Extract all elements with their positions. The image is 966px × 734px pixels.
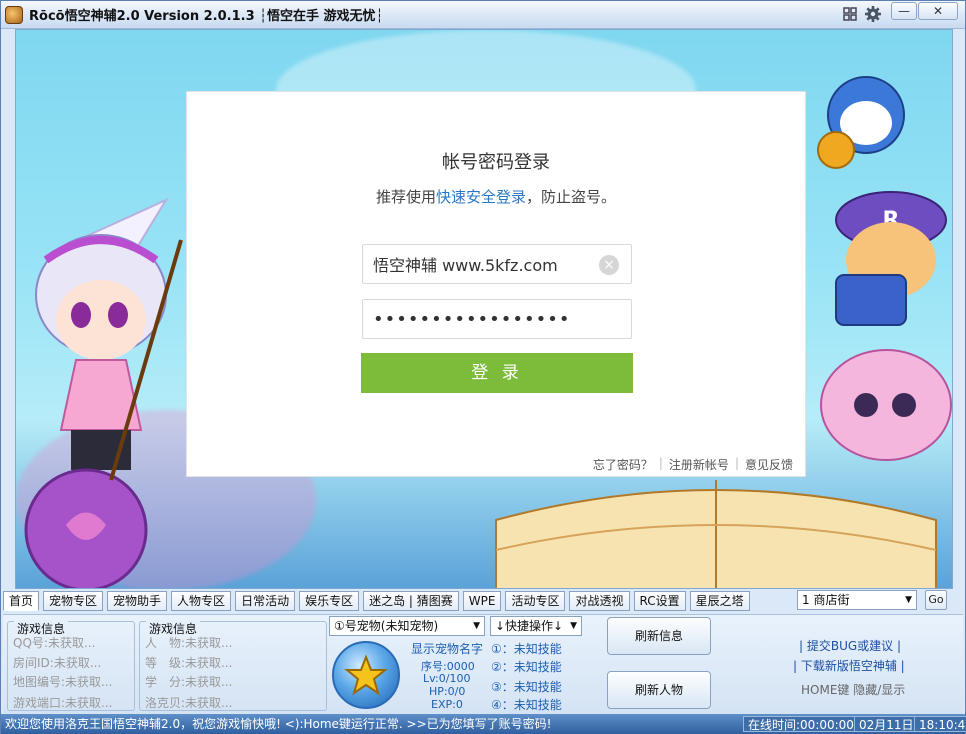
account-input[interactable]: 悟空神辅 www.5kfz.com × [362,244,632,284]
quick-login-link[interactable]: 快速安全登录 [436,188,526,206]
status-message: 欢迎您使用洛克王国悟空神辅2.0，祝您游戏愉快哦! <):Home键运行正常. … [5,717,552,731]
layout-grid-icon[interactable] [840,4,860,24]
pet-name-toggle[interactable]: 显示宠物名字 [411,640,483,657]
status-bar: 欢迎您使用洛克王国悟空神辅2.0，祝您游戏愉快哦! <):Home键运行正常. … [1,714,966,734]
refresh-info-button[interactable]: 刷新信息 [607,617,711,655]
minimize-button[interactable]: — [891,2,917,20]
tab-rc-settings[interactable]: RC设置 [633,591,686,611]
char-row: 人 物:未获取... [145,636,233,650]
pet-hp: HP:0/0 [429,685,466,698]
window-title: Rōcō悟空神辅2.0 Version 2.0.1.3 ┆悟空在手 游戏无忧┆ [29,9,384,24]
status-time: 18:10:49 [914,716,966,732]
go-button[interactable]: Go [925,590,947,610]
tab-pet-helper[interactable]: 宠物助手 [107,591,168,611]
home-key-hint: HOME键 隐藏/显示 [801,683,906,697]
app-logo-icon [5,5,23,24]
refresh-character-button[interactable]: 刷新人物 [607,671,711,709]
pet-avatar[interactable] [332,641,400,709]
password-input[interactable]: ••••••••••••••••• [362,299,632,339]
skill-slot[interactable]: ①：未知技能 [491,640,562,657]
room-row: 房间ID:未获取... [13,656,102,670]
tab-battle-view[interactable]: 对战透视 [569,591,630,611]
register-link[interactable]: 注册新帐号 [669,456,729,473]
game-banner: R 帐号密码登录 推荐使用快速安全登录，防止盗号。 悟空神辅 www.5kfz.… [15,29,953,589]
feedback-link[interactable]: 意见反馈 [745,456,793,473]
pet-select[interactable]: ①号宠物(未知宠物) ▼ [329,616,485,636]
close-button[interactable]: ✕ [918,2,958,20]
tab-events[interactable]: 活动专区 [505,591,566,611]
tab-home[interactable]: 首页 [3,591,40,611]
login-title: 帐号密码登录 [442,152,550,173]
submit-bug-link[interactable]: | 提交BUG或建议 | [799,637,901,654]
app-window: Rōcō悟空神辅2.0 Version 2.0.1.3 ┆悟空在手 游戏无忧┆ … [0,0,966,734]
link-separator: | [734,456,739,470]
level-row: 等 级:未获取... [145,656,233,670]
login-links: 忘了密码？ | 注册新帐号 | 意见反馈 [593,456,793,473]
map-row: 地图编号:未获取... [13,675,113,689]
tab-daily-activity[interactable]: 日常活动 [235,591,296,611]
pet-exp: EXP:0 [431,698,463,711]
download-new-version-link[interactable]: | 下载新版悟空神辅 | [793,657,905,674]
skill-slot[interactable]: ③：未知技能 [491,678,562,695]
port-row: 游戏端口:未获取... [13,696,113,710]
forgot-password-link[interactable]: 忘了密码？ [593,456,653,473]
storybook-illustration [495,480,937,588]
boy-character-illustration: R [817,76,952,461]
chevron-down-icon: ▼ [905,595,912,605]
tab-star-tower[interactable]: 星辰之塔 [689,591,750,611]
pet-level: Lv:0/100 [423,672,471,685]
beans-row: 洛克贝:未获取... [145,696,233,710]
login-dialog: 帐号密码登录 推荐使用快速安全登录，防止盗号。 悟空神辅 www.5kfz.co… [186,91,806,477]
login-button[interactable]: 登 录 [361,353,633,393]
skill-slot[interactable]: ④：未知技能 [491,696,562,713]
qq-row: QQ号:未获取... [13,636,96,650]
tab-entertainment[interactable]: 娱乐专区 [299,591,360,611]
title-bar[interactable]: Rōcō悟空神辅2.0 Version 2.0.1.3 ┆悟空在手 游戏无忧┆ … [1,1,965,29]
chevron-down-icon: ▼ [473,621,480,631]
girl-character-illustration [24,197,183,588]
tab-character-zone[interactable]: 人物专区 [171,591,232,611]
tab-pet-zone[interactable]: 宠物专区 [43,591,104,611]
skill-slot[interactable]: ②：未知技能 [491,658,562,675]
scene-select[interactable]: 1 商店街 ▼ [797,590,917,610]
tab-mystery-island[interactable]: 迷之岛 | 猜图赛 [363,591,459,611]
online-time: 在线时间:00:00:00 [743,716,859,732]
quick-ops-select[interactable]: ↓快捷操作↓ ▼ [490,616,582,636]
link-separator: | [658,456,663,470]
star-icon [344,654,388,696]
settings-gear-icon[interactable] [863,4,883,24]
status-date: 02月11日 [854,716,919,732]
study-row: 学 分:未获取... [145,675,233,689]
chevron-down-icon: ▼ [570,621,577,631]
tab-wpe[interactable]: WPE [462,591,502,611]
login-subtitle: 推荐使用快速安全登录，防止盗号。 [375,188,617,206]
clear-input-icon[interactable]: × [599,255,619,275]
